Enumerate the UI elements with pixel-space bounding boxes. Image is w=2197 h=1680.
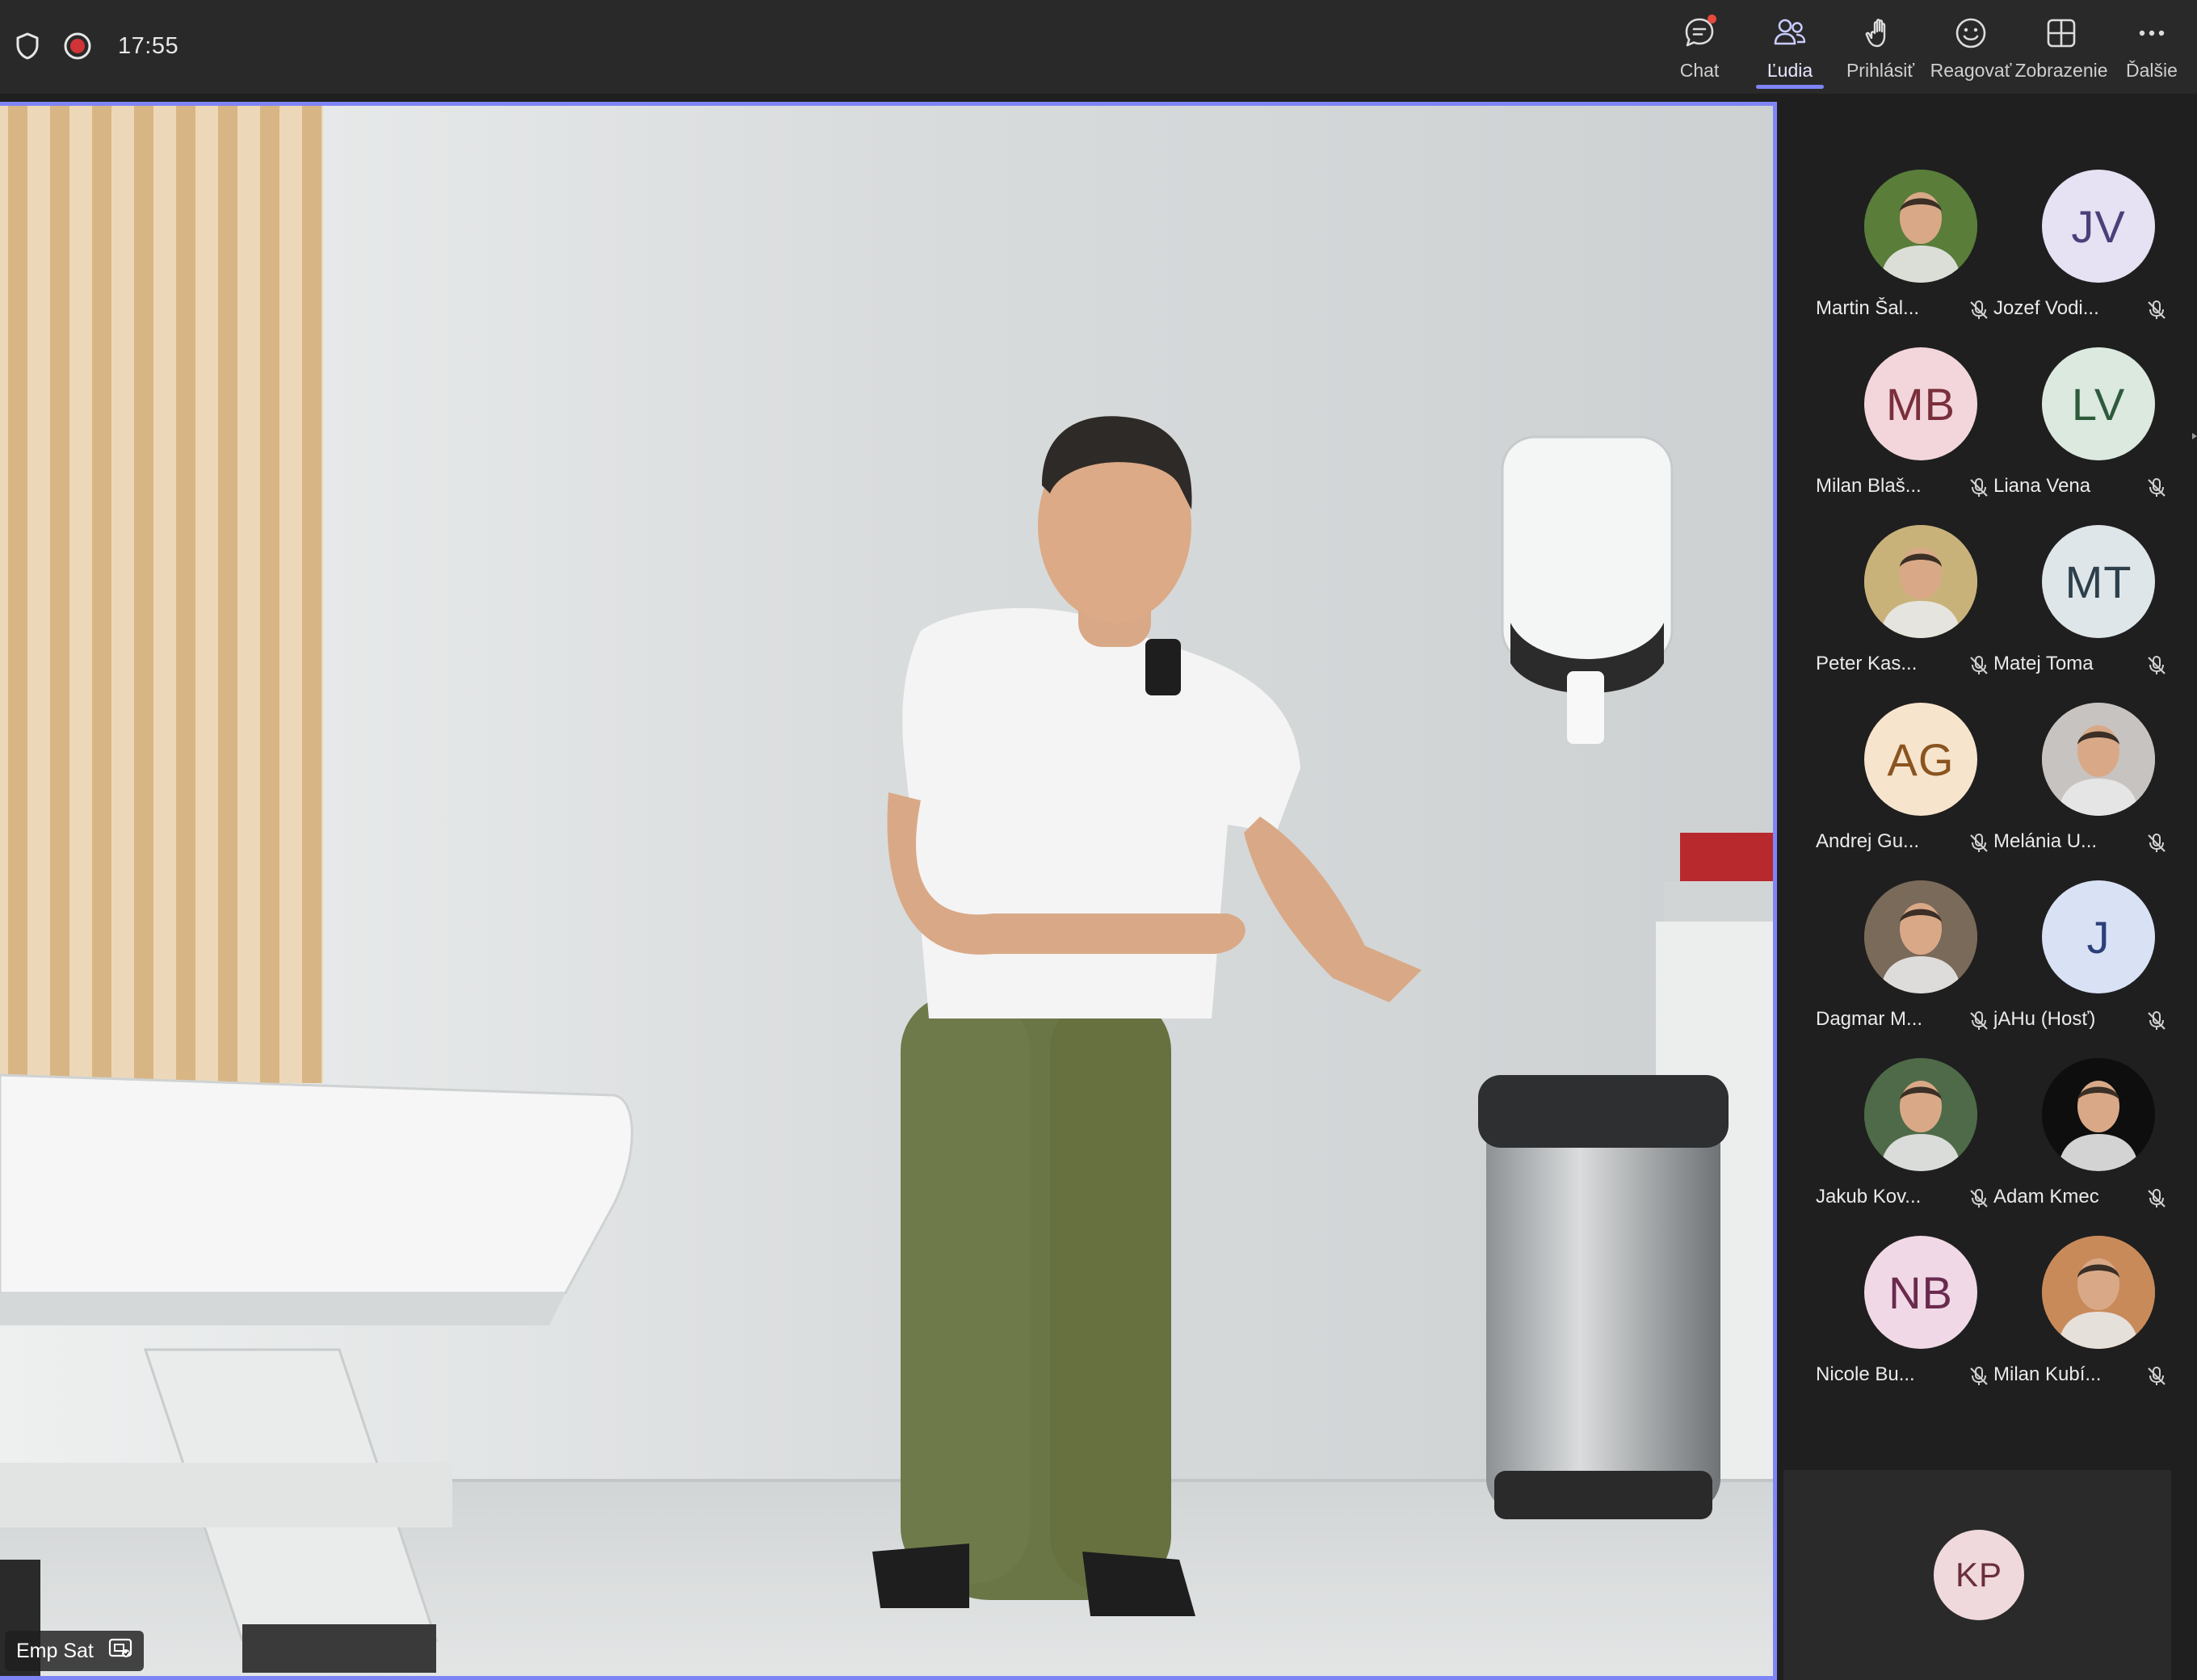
more-button[interactable]: Ďalšie: [2107, 0, 2197, 94]
mic-muted-icon: [1968, 1365, 1990, 1388]
avatar-initials: MT: [2065, 556, 2132, 607]
participant-tile[interactable]: Adam Kmec: [1993, 1058, 2171, 1228]
mic-muted-icon: [1968, 299, 1990, 321]
participant-tile[interactable]: MT Matej Toma: [1993, 525, 2171, 695]
participant-tile[interactable]: Melánia U...: [1993, 703, 2171, 872]
overflow-tile[interactable]: KP: [1783, 1470, 2171, 1680]
mic-muted-icon: [1968, 1187, 1990, 1210]
participant-tile[interactable]: Milan Kubí...: [1993, 1236, 2171, 1405]
participant-name: Andrej Gu...: [1816, 830, 1920, 852]
smiley-icon: [1952, 15, 1989, 52]
speaker-video-feed: [0, 106, 1773, 1676]
avatar-initials: MB: [1886, 378, 1955, 430]
participant-tile[interactable]: Martin Šal...: [1816, 170, 1993, 339]
participant-tile[interactable]: Dagmar M...: [1816, 880, 1993, 1050]
more-label: Ďalšie: [2126, 60, 2178, 81]
main-video-stage[interactable]: Emp Sat: [0, 102, 1777, 1680]
avatar: MB: [1864, 347, 1977, 460]
meeting-toolbar: 17:55 Chat Ľudia Prihlásiť Reagovať Zobr…: [0, 0, 2197, 94]
participant-tile[interactable]: LV Liana Vena: [1993, 347, 2171, 517]
participant-name: Jakub Kov...: [1816, 1186, 1922, 1208]
recording-icon[interactable]: [63, 32, 92, 61]
chat-label: Chat: [1679, 60, 1720, 81]
participants-gallery: Martin Šal... JV Jozef Vodi... MB Milan Blaš…: [1783, 102, 2197, 1680]
avatar-photo: [1864, 880, 1977, 993]
speaker-name-tag: Emp Sat: [5, 1631, 144, 1671]
avatar-photo: [1864, 170, 1977, 283]
avatar: JV: [2042, 170, 2155, 283]
more-icon: [2133, 15, 2170, 52]
participant-name: Matej Toma: [1993, 653, 2094, 674]
avatar-initials: LV: [2071, 378, 2126, 430]
shield-icon[interactable]: [15, 32, 40, 61]
react-label: Reagovať: [1930, 60, 2012, 81]
avatar-initials: AG: [1887, 733, 1955, 785]
mic-muted-icon: [2145, 1187, 2168, 1210]
participant-name: Jozef Vodi...: [1993, 297, 2099, 319]
avatar-initials: NB: [1888, 1266, 1953, 1318]
mic-muted-icon: [2145, 654, 2168, 677]
avatar-photo: [2042, 703, 2155, 816]
people-button[interactable]: Ľudia: [1745, 0, 1835, 94]
participant-tile[interactable]: Peter Kas...: [1816, 525, 1993, 695]
raise-hand-icon: [1862, 15, 1899, 52]
participant-name: Milan Kubí...: [1993, 1363, 2102, 1385]
grid-view-icon: [2043, 15, 2080, 52]
participant-name: Dagmar M...: [1816, 1008, 1923, 1030]
participant-name: Nicole Bu...: [1816, 1363, 1915, 1385]
avatar-initials: JV: [2071, 200, 2126, 252]
view-button[interactable]: Zobrazenie: [2014, 0, 2108, 94]
avatar-photo: [2042, 1058, 2155, 1171]
participant-tile[interactable]: Jakub Kov...: [1816, 1058, 1993, 1228]
mic-muted-icon: [1968, 477, 1990, 499]
mic-muted-icon: [2145, 477, 2168, 499]
participant-name: Peter Kas...: [1816, 653, 1918, 674]
participant-tile[interactable]: AG Andrej Gu...: [1816, 703, 1993, 872]
avatar: AG: [1864, 703, 1977, 816]
participant-tile[interactable]: MB Milan Blaš...: [1816, 347, 1993, 517]
meeting-status: 17:55: [15, 24, 179, 68]
avatar-photo: [2042, 1236, 2155, 1349]
avatar: KP: [1934, 1530, 2024, 1620]
screen-share-icon: [108, 1637, 132, 1665]
participant-tile[interactable]: JjAHu (Hosť): [1993, 880, 2171, 1050]
participant-name: Melánia U...: [1993, 830, 2098, 852]
scroll-indicator[interactable]: [2192, 425, 2197, 457]
mic-muted-icon: [1968, 654, 1990, 677]
avatar-photo: [1864, 1058, 1977, 1171]
mic-muted-icon: [2145, 1365, 2168, 1388]
participant-tile[interactable]: JV Jozef Vodi...: [1993, 170, 2171, 339]
avatar: MT: [2042, 525, 2155, 638]
participant-name: jAHu (Hosť): [1993, 1008, 2096, 1030]
avatar: NB: [1864, 1236, 1977, 1349]
raise-hand-label: Prihlásiť: [1846, 60, 1915, 81]
participant-name: Adam Kmec: [1993, 1186, 2099, 1208]
react-button[interactable]: Reagovať: [1926, 0, 2016, 94]
mic-muted-icon: [2145, 299, 2168, 321]
toolbar-actions: Chat Ľudia Prihlásiť Reagovať Zobrazenie: [1654, 0, 2197, 94]
participant-name: Milan Blaš...: [1816, 475, 1922, 497]
avatar-initials: KP: [1955, 1556, 2003, 1594]
mic-muted-icon: [1968, 1010, 1990, 1032]
avatar: LV: [2042, 347, 2155, 460]
chat-button[interactable]: Chat: [1654, 0, 1745, 94]
mic-muted-icon: [2145, 1010, 2168, 1032]
people-label: Ľudia: [1766, 60, 1813, 81]
speaker-name: Emp Sat: [16, 1639, 94, 1662]
chat-icon: [1681, 15, 1718, 52]
mic-muted-icon: [2145, 832, 2168, 855]
notification-dot: [1708, 15, 1716, 23]
participant-name: Martin Šal...: [1816, 297, 1920, 319]
raise-hand-button[interactable]: Prihlásiť: [1835, 0, 1926, 94]
participant-name: Liana Vena: [1993, 475, 2091, 497]
people-icon: [1771, 15, 1808, 52]
avatar: J: [2042, 880, 2155, 993]
avatar-initials: J: [2086, 911, 2111, 963]
mic-muted-icon: [1968, 832, 1990, 855]
avatar-photo: [1864, 525, 1977, 638]
view-label: Zobrazenie: [2014, 60, 2108, 81]
participant-tile[interactable]: NB Nicole Bu...: [1816, 1236, 1993, 1405]
meeting-timer: 17:55: [118, 32, 179, 59]
